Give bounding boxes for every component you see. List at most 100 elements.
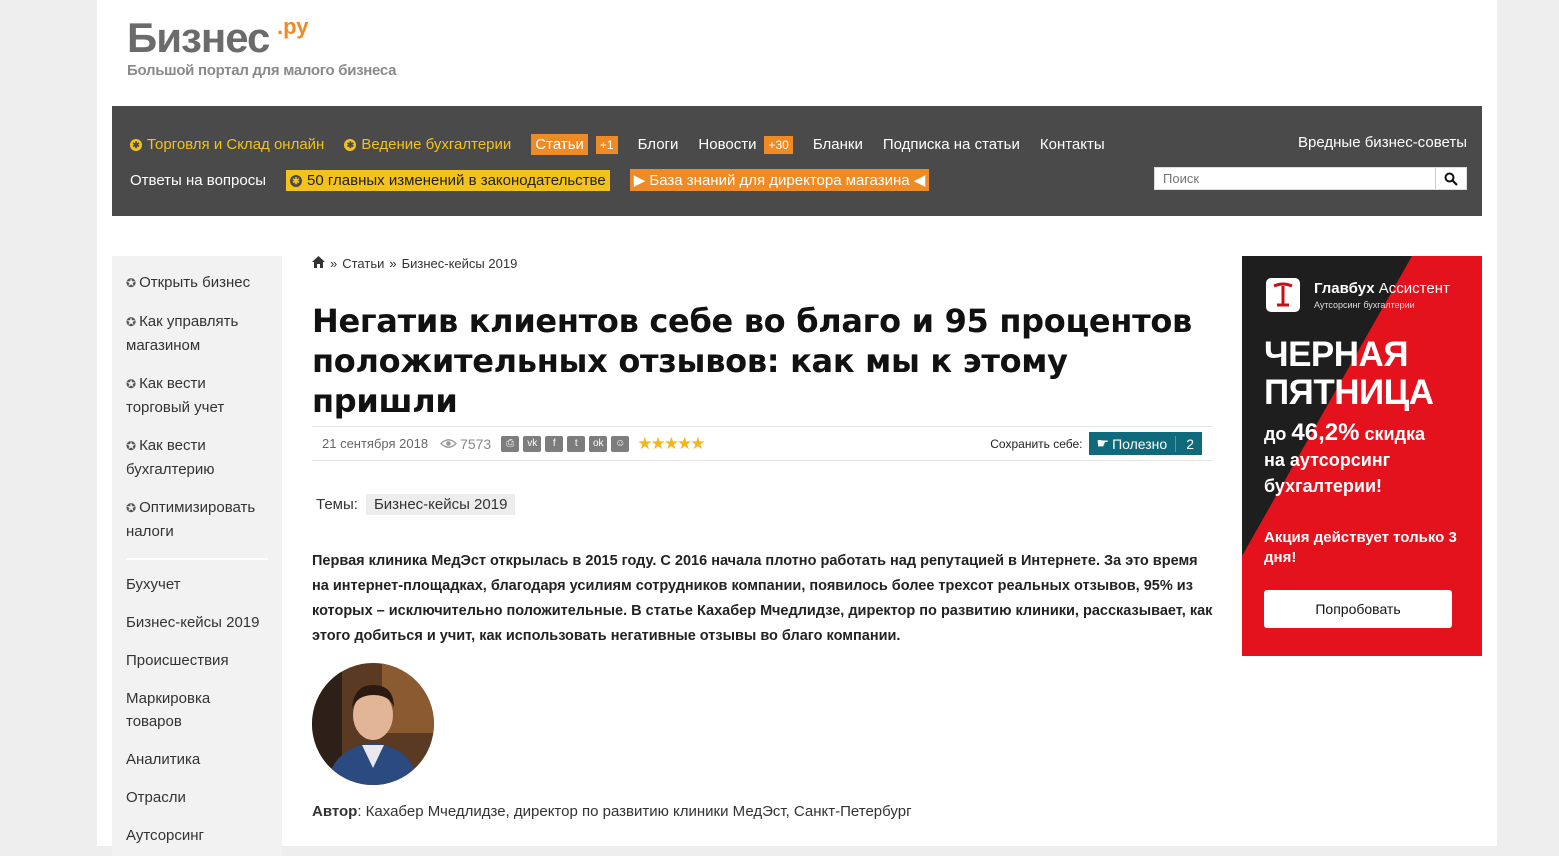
home-icon[interactable] bbox=[312, 256, 325, 271]
facebook-share-icon[interactable]: f bbox=[545, 435, 564, 452]
nav-subscribe[interactable]: Подписка на статьи bbox=[883, 136, 1020, 153]
sidebar-item-business-cases[interactable]: Бизнес-кейсы 2019 bbox=[112, 611, 282, 634]
search-button[interactable] bbox=[1435, 168, 1466, 189]
sidebar-item-label: Открыть бизнес bbox=[139, 274, 251, 291]
page: Бизнес .ру Большой портал для малого биз… bbox=[97, 0, 1497, 856]
sidebar-item-label: Как управлять магазином bbox=[126, 313, 239, 354]
sidebar-item-label: Как вести бухгалтерию bbox=[126, 437, 215, 478]
rating-stars[interactable]: ★★★★★ bbox=[637, 434, 705, 454]
nav-accounting[interactable]: ✱ Ведение бухгалтерии bbox=[344, 136, 511, 153]
vk-share-icon[interactable]: vk bbox=[523, 435, 542, 452]
sidebar-item-label: Оптимизировать налоги bbox=[126, 499, 256, 540]
sidebar-item-outsourcing[interactable]: Аутсорсинг bbox=[112, 824, 282, 847]
ad-try-button[interactable]: Попробовать bbox=[1264, 590, 1452, 628]
nav-law-changes-label: 50 главных изменений в законодательстве bbox=[307, 171, 606, 189]
search-icon bbox=[1444, 172, 1458, 186]
article-meta-bar: 21 сентября 2018 7573 ⎙ vk f t ok ☺ ★★★★… bbox=[312, 426, 1212, 461]
gear-bullet-icon: ✪ bbox=[126, 501, 137, 515]
nav-trade-warehouse[interactable]: ✱ Торговля и Склад онлайн bbox=[130, 136, 324, 153]
sidebar-divider bbox=[126, 558, 268, 560]
ad-headline-line2: ПЯТНИЦА bbox=[1264, 373, 1434, 412]
nav-blogs[interactable]: Блоги bbox=[638, 136, 679, 153]
sidebar-item-labeling[interactable]: Маркировка товаров bbox=[112, 687, 282, 733]
ad-offer-value: 46,2% bbox=[1291, 419, 1360, 446]
sidebar-item-label: Как вести торговый учет bbox=[126, 375, 225, 416]
author-text: : Кахабер Мчедлидзе, директор по развити… bbox=[357, 803, 912, 820]
themes-label: Темы: bbox=[316, 496, 358, 513]
sidebar-item-analytics[interactable]: Аналитика bbox=[112, 748, 282, 771]
useful-label: Полезно bbox=[1112, 435, 1168, 452]
nav-answers[interactable]: Ответы на вопросы bbox=[130, 172, 266, 189]
article-views: 7573 bbox=[440, 436, 491, 452]
ad-offer-line2: на аутсорсинг bbox=[1264, 450, 1391, 470]
sidebar-item-manage-store[interactable]: ✪ Как управлять магазином bbox=[112, 310, 282, 357]
article-main: » Статьи » Бизнес-кейсы 2019 Негатив кли… bbox=[312, 256, 1212, 820]
sidebar-item-incidents[interactable]: Происшествия bbox=[112, 649, 282, 672]
useful-button[interactable]: ☛ Полезно 2 bbox=[1088, 432, 1202, 455]
save-section: Сохранить себе: ☛ Полезно 2 bbox=[990, 432, 1202, 455]
play-left-icon: ◀ bbox=[909, 172, 926, 189]
ad-offer-suffix: скидка bbox=[1359, 424, 1426, 444]
ad-headline: ЧЕРНАЯ ПЯТНИЦА bbox=[1264, 336, 1434, 412]
sidebar-item-open-business[interactable]: ✪ Открыть бизнес bbox=[112, 271, 282, 295]
ad-brand-sub: Аутсорсинг бухгалтерии bbox=[1314, 300, 1415, 310]
ad-brand-name: Главбух bbox=[1314, 280, 1375, 297]
author-label: Автор bbox=[312, 803, 358, 820]
nav-knowledge-base-label: База знаний для директора магазина bbox=[649, 172, 910, 189]
breadcrumb-business-cases[interactable]: Бизнес-кейсы 2019 bbox=[402, 256, 518, 271]
nav-news-count: +30 bbox=[764, 135, 793, 154]
nav-bad-advice[interactable]: Вредные бизнес-советы bbox=[1298, 134, 1467, 151]
share-buttons: ⎙ vk f t ok ☺ bbox=[501, 435, 633, 452]
odnoklassniki-share-icon[interactable]: ok bbox=[589, 435, 608, 452]
nav-news[interactable]: Новости bbox=[698, 136, 756, 153]
ad-offer: до 46,2% скидка на аутсорсинг бухгалтери… bbox=[1264, 420, 1425, 499]
cog-icon: ✱ bbox=[130, 139, 142, 151]
article-author: Автор: Кахабер Мчедлидзе, директор по ра… bbox=[312, 803, 912, 820]
nav-row-secondary: Ответы на вопросы ✱ 50 главных изменений … bbox=[130, 169, 949, 191]
theme-tag[interactable]: Бизнес-кейсы 2019 bbox=[365, 494, 516, 515]
sidebar-item-buhuchet[interactable]: Бухучет bbox=[112, 573, 282, 596]
breadcrumb-separator: » bbox=[330, 256, 338, 271]
nav-articles-count: +1 bbox=[595, 135, 618, 154]
pointing-hand-icon: ☛ bbox=[1096, 435, 1110, 451]
nav-articles[interactable]: Статьи bbox=[531, 134, 588, 155]
article-themes: Темы: Бизнес-кейсы 2019 bbox=[316, 494, 516, 515]
twitter-share-icon[interactable]: t bbox=[567, 435, 586, 452]
gear-bullet-icon: ✪ bbox=[126, 439, 137, 453]
cog-icon: ✱ bbox=[344, 139, 357, 151]
nav-row-primary: ✱ Торговля и Склад онлайн ✱ Ведение бухгал… bbox=[130, 134, 1125, 155]
moimir-share-icon[interactable]: ☺ bbox=[611, 435, 630, 452]
ad-banner[interactable]: Главбух Ассистент Аутсорсинг бухгалтерии… bbox=[1242, 256, 1482, 656]
author-photo bbox=[312, 663, 434, 785]
breadcrumb-articles[interactable]: Статьи bbox=[342, 256, 384, 271]
search-box bbox=[1154, 167, 1467, 190]
breadcrumb-separator: » bbox=[389, 256, 397, 271]
article-title: Негатив клиентов себе во благо и 95 проц… bbox=[312, 302, 1192, 420]
ad-offer-line3: бухгалтерии! bbox=[1264, 476, 1383, 496]
print-icon[interactable]: ⎙ bbox=[501, 435, 520, 452]
ad-brand: Главбух Ассистент bbox=[1314, 280, 1450, 297]
nav-trade-warehouse-label: Торговля и Склад онлайн bbox=[147, 136, 325, 153]
nav-knowledge-base[interactable]: ▶ База знаний для директора магазина ◀ bbox=[629, 169, 930, 191]
eye-icon bbox=[440, 439, 457, 448]
site-tagline: Большой портал для малого бизнеса bbox=[127, 62, 397, 79]
nav-contacts[interactable]: Контакты bbox=[1040, 136, 1105, 153]
article-lead: Первая клиника МедЭст открылась в 2015 г… bbox=[312, 553, 1213, 644]
nav-forms[interactable]: Бланки bbox=[813, 136, 863, 153]
gear-bullet-icon: ✪ bbox=[126, 315, 137, 329]
nav-accounting-label: Ведение бухгалтерии bbox=[361, 136, 512, 153]
site-logo[interactable]: Бизнес .ру Большой портал для малого биз… bbox=[127, 14, 396, 79]
gear-bullet-icon: ✪ bbox=[126, 276, 137, 290]
article-views-count: 7573 bbox=[460, 435, 492, 452]
ad-note: Акция действует только 3 дня! bbox=[1264, 529, 1457, 566]
sidebar-item-industries[interactable]: Отрасли bbox=[112, 786, 282, 809]
ad-brand-suffix: Ассистент bbox=[1378, 280, 1450, 297]
play-right-icon: ▶ bbox=[633, 172, 650, 189]
nav-law-changes[interactable]: ✱ 50 главных изменений в законодательстве bbox=[286, 169, 610, 191]
article-date: 21 сентября 2018 bbox=[322, 436, 429, 451]
breadcrumb: » Статьи » Бизнес-кейсы 2019 bbox=[312, 256, 1212, 271]
sidebar-item-bookkeeping[interactable]: ✪ Как вести бухгалтерию bbox=[112, 434, 282, 481]
sidebar-item-taxes[interactable]: ✪ Оптимизировать налоги bbox=[112, 496, 282, 543]
sidebar-item-trade-accounting[interactable]: ✪ Как вести торговый учет bbox=[112, 372, 282, 419]
search-input[interactable] bbox=[1155, 168, 1435, 189]
